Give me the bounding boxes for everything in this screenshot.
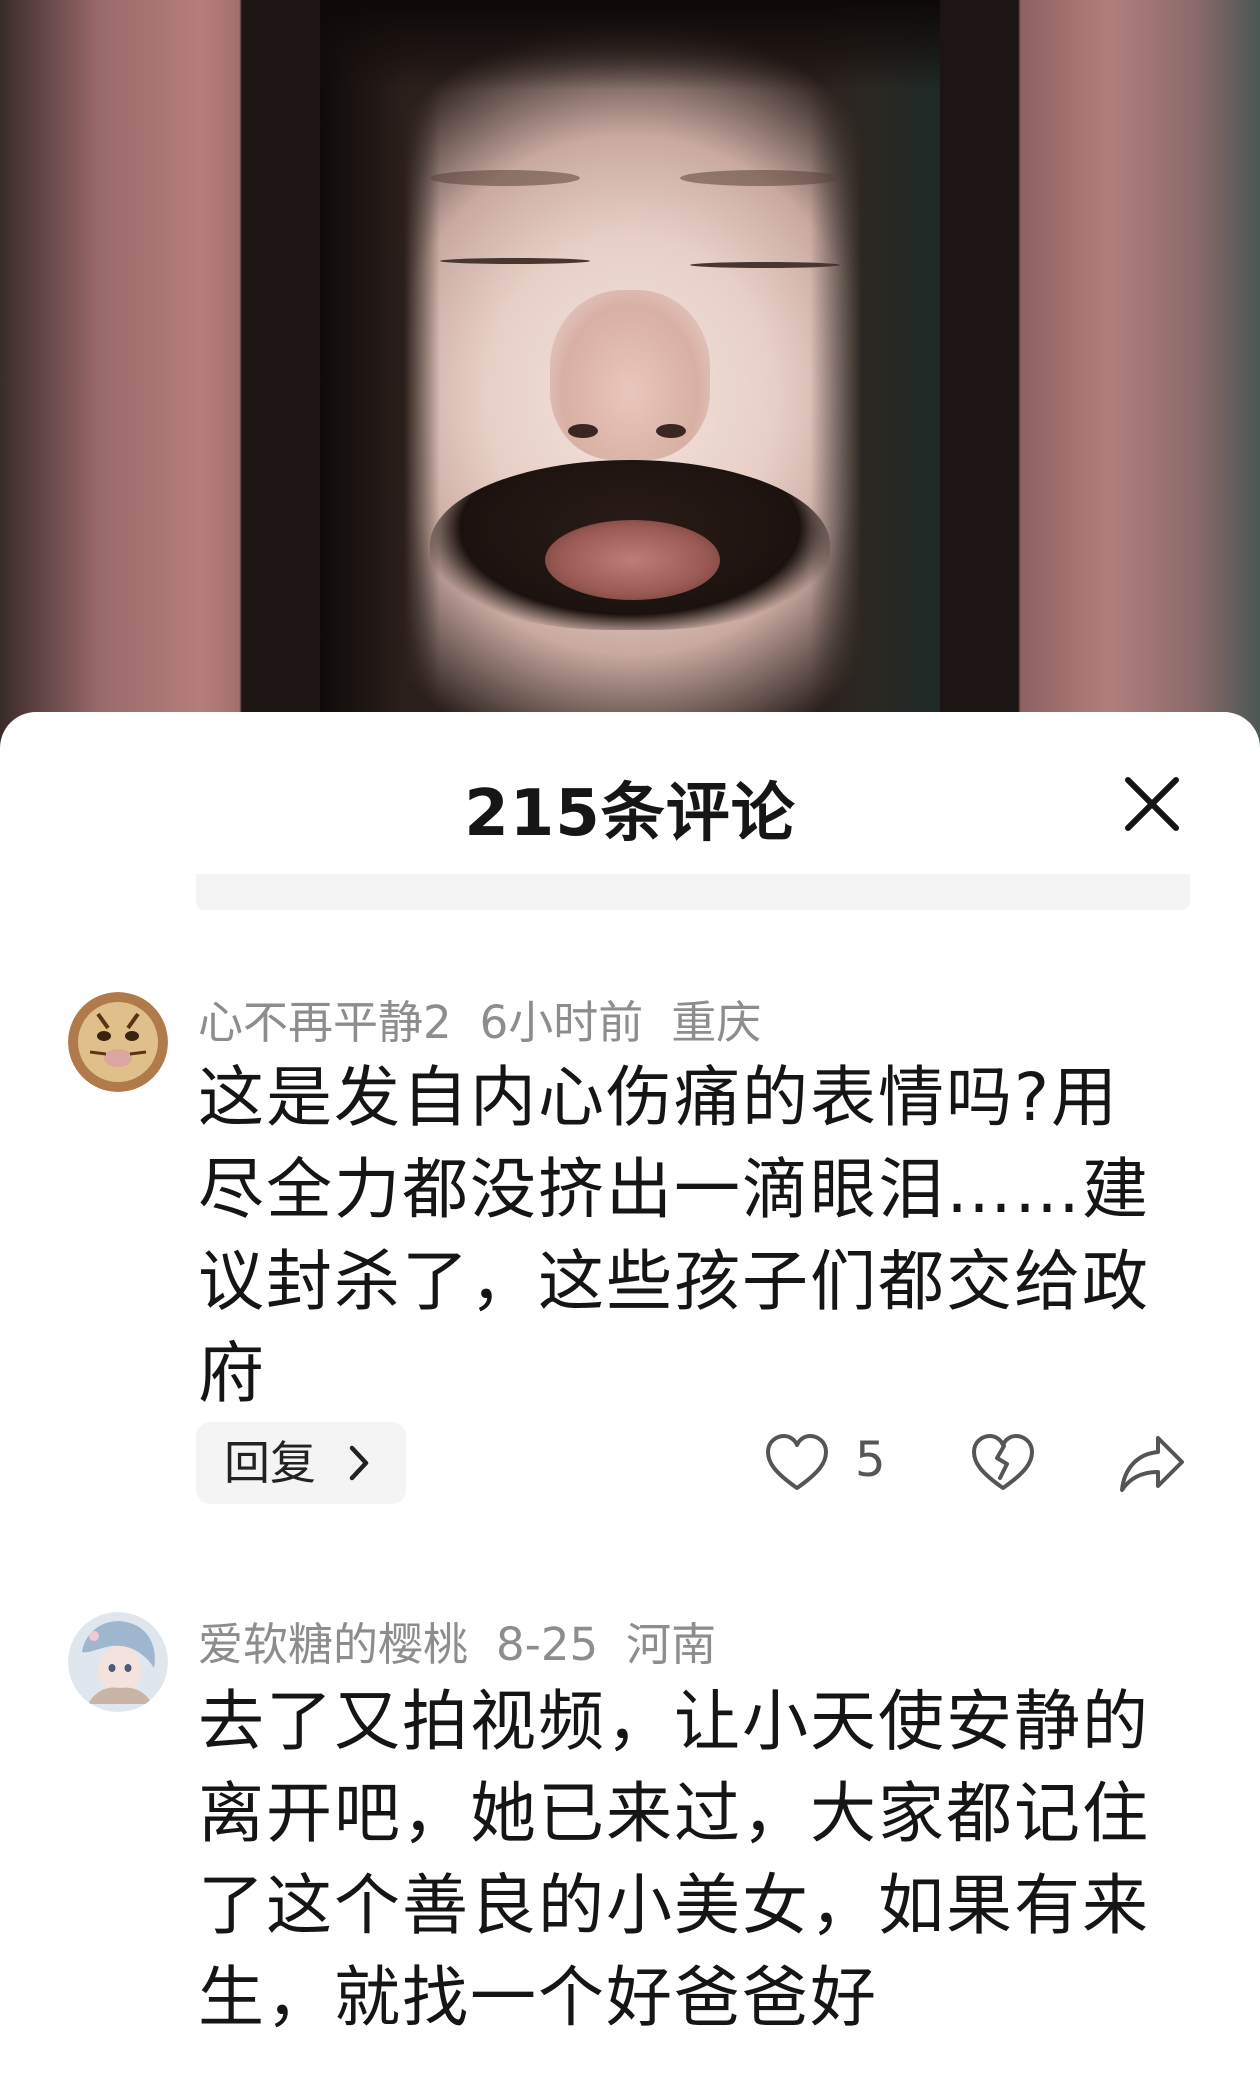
avatar[interactable]: [68, 992, 168, 1092]
comment-location: 重庆: [671, 996, 762, 1049]
comment-location: 河南: [626, 1618, 717, 1671]
broken-heart-icon[interactable]: [970, 1432, 1036, 1494]
comment-username[interactable]: 心不再平静2: [198, 996, 452, 1049]
reply-button[interactable]: 回复: [196, 1422, 406, 1504]
reply-label: 回复: [224, 1436, 316, 1490]
video-player[interactable]: [0, 0, 1260, 760]
comment-text: 这是发自内心伤痛的表情吗?用尽全力都没挤出一滴眼泪……建议封杀了，这些孩子们都交…: [198, 1059, 1150, 1412]
comment-time: 6小时前: [479, 996, 644, 1049]
comment-input-strip[interactable]: [196, 874, 1190, 910]
avatar[interactable]: [68, 1612, 168, 1712]
share-icon[interactable]: [1118, 1432, 1188, 1494]
comments-title: 215条评论: [464, 777, 796, 851]
heart-icon[interactable]: [764, 1432, 830, 1494]
comment-time: 8-25: [496, 1618, 599, 1671]
close-icon: [1125, 777, 1179, 831]
comment-username[interactable]: 爱软糖的樱桃: [198, 1618, 468, 1671]
comment-meta: 爱软糖的樱桃 8-25 河南: [198, 1608, 744, 1673]
close-button[interactable]: [1118, 770, 1186, 838]
comment-meta: 心不再平静2 6小时前 重庆: [198, 986, 789, 1051]
like-count: 5: [855, 1432, 886, 1488]
comments-sheet: 215条评论 心不再平静2 6小时前 重庆 这是发自内心伤痛的表情吗?用尽全力都没挤…: [0, 712, 1260, 2078]
chevron-right-icon: [349, 1445, 369, 1481]
comment-text: 去了又拍视频，让小天使安静的离开吧，她已来过，大家都记住了这个善良的小美女，如果…: [198, 1683, 1150, 2036]
video-frame: [320, 0, 940, 760]
